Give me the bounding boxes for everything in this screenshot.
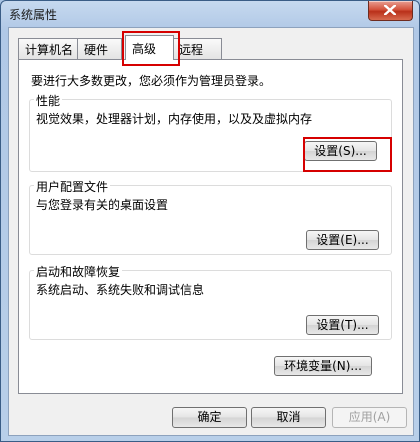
title-bar[interactable]: 系统属性 bbox=[1, 1, 419, 27]
tab-advanced[interactable]: 高级 bbox=[125, 35, 174, 60]
group-title-performance: 性能 bbox=[34, 92, 63, 109]
performance-settings-button[interactable]: 设置(S)... bbox=[304, 141, 377, 161]
tab-label: 计算机名 bbox=[25, 43, 74, 57]
close-button[interactable] bbox=[368, 1, 413, 21]
apply-button[interactable]: 应用(A) bbox=[332, 407, 407, 428]
ok-button[interactable]: 确定 bbox=[172, 407, 247, 428]
tab-panel-advanced: 要进行大多数更改，您必须作为管理员登录。 性能 视觉效果，处理器计划，内存使用，… bbox=[18, 59, 403, 394]
group-user-profiles: 用户配置文件 与您登录有关的桌面设置 设置(E)... bbox=[29, 178, 392, 255]
tab-label: 高级 bbox=[132, 42, 157, 56]
dialog-body: 计算机名 硬件 高级 远程 要进行大多数更改，您必须作为管理员登录。 性能 视觉… bbox=[8, 27, 414, 436]
tab-hardware[interactable]: 硬件 bbox=[77, 38, 122, 59]
group-performance: 性能 视觉效果，处理器计划，内存使用，以及及虚拟内存 设置(S)... bbox=[29, 92, 392, 172]
user-profiles-settings-button[interactable]: 设置(E)... bbox=[306, 230, 379, 250]
close-icon bbox=[384, 5, 396, 15]
group-desc-startup-recovery: 系统启动、系统失败和调试信息 bbox=[36, 283, 205, 297]
group-title-startup-recovery: 启动和故障恢复 bbox=[34, 263, 123, 280]
tab-label: 远程 bbox=[179, 43, 204, 57]
tab-computer-name[interactable]: 计算机名 bbox=[18, 38, 78, 59]
tab-remote[interactable]: 远程 bbox=[172, 38, 222, 59]
cancel-button[interactable]: 取消 bbox=[251, 407, 326, 428]
admin-note: 要进行大多数更改，您必须作为管理员登录。 bbox=[31, 74, 272, 88]
group-startup-recovery: 启动和故障恢复 系统启动、系统失败和调试信息 设置(T)... bbox=[29, 263, 392, 340]
group-title-user-profiles: 用户配置文件 bbox=[34, 178, 111, 195]
group-desc-performance: 视觉效果，处理器计划，内存使用，以及及虚拟内存 bbox=[36, 112, 313, 126]
window-title: 系统属性 bbox=[9, 8, 58, 22]
group-desc-user-profiles: 与您登录有关的桌面设置 bbox=[36, 198, 169, 212]
startup-recovery-settings-button[interactable]: 设置(T)... bbox=[306, 315, 379, 335]
tab-label: 硬件 bbox=[84, 43, 109, 57]
environment-variables-button[interactable]: 环境变量(N)... bbox=[274, 356, 372, 376]
system-properties-window: 系统属性 计算机名 硬件 高级 远程 要进行大多数更改，您必须作为管理员登录。 … bbox=[0, 0, 420, 442]
